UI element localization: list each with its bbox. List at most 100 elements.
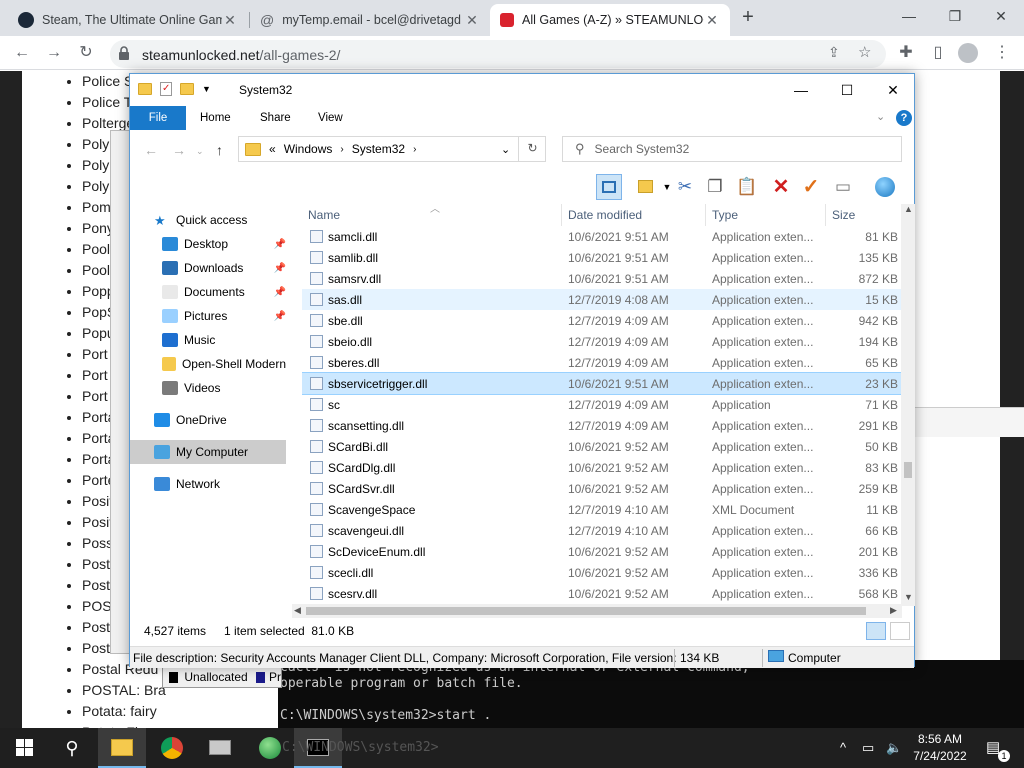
- file-row[interactable]: sbservicetrigger.dll 10/6/2021 9:51 AM App…: [302, 372, 902, 395]
- preview-pane-icon[interactable]: [596, 174, 622, 200]
- scroll-right-icon[interactable]: ▶: [890, 605, 897, 616]
- globe-icon[interactable]: [872, 174, 898, 200]
- tab-share[interactable]: Share: [246, 106, 305, 130]
- paste-icon[interactable]: 📋: [734, 174, 760, 200]
- reload-icon[interactable]: ↻: [74, 41, 98, 65]
- delete-icon[interactable]: ✕: [768, 174, 794, 200]
- large-icons-view-icon[interactable]: [890, 622, 910, 640]
- chrome-taskbar-icon[interactable]: [148, 728, 196, 768]
- scroll-up-icon[interactable]: ▲: [904, 204, 913, 214]
- windows-start-icon[interactable]: [0, 728, 48, 768]
- file-row[interactable]: samcli.dll 10/6/2021 9:51 AM Application e…: [302, 226, 902, 247]
- game-list-item[interactable]: Potata: fairy: [82, 701, 175, 722]
- extensions-icon[interactable]: ✚: [894, 41, 918, 65]
- forward-arrow-icon[interactable]: →: [172, 142, 186, 158]
- file-row[interactable]: sas.dll 12/7/2019 4:08 AM Application exte…: [302, 289, 902, 310]
- new-folder-icon[interactable]: [180, 83, 194, 95]
- disk-management-taskbar-icon[interactable]: [196, 728, 244, 768]
- refresh-button[interactable]: ↻: [518, 136, 546, 162]
- details-view-icon[interactable]: [866, 622, 886, 640]
- file-row[interactable]: SCardBi.dll 10/6/2021 9:52 AM Application …: [302, 436, 902, 457]
- nav-item[interactable]: Videos: [130, 376, 286, 400]
- nav-item[interactable]: Network: [130, 472, 286, 496]
- menu-dots-icon[interactable]: ⋮: [990, 41, 1014, 65]
- file-row[interactable]: sc 12/7/2019 4:09 AM Application 71 KB: [302, 394, 902, 415]
- browser-tab-steamunlocked[interactable]: All Games (A-Z) » STEAMUNLOC ✕: [490, 4, 730, 36]
- profile-avatar-icon[interactable]: [956, 41, 980, 65]
- scroll-left-icon[interactable]: ◀: [294, 605, 301, 616]
- ribbon-expand-icon[interactable]: ⌄: [876, 110, 885, 123]
- file-row[interactable]: samsrv.dll 10/6/2021 9:51 AM Application e…: [302, 268, 902, 289]
- close-window-button[interactable]: ✕: [978, 0, 1024, 32]
- tab-view[interactable]: View: [304, 106, 357, 130]
- file-row[interactable]: SCardDlg.dll 10/6/2021 9:52 AM Application…: [302, 457, 902, 478]
- close-icon[interactable]: ✕: [222, 12, 238, 29]
- cut-icon[interactable]: ✂: [672, 174, 698, 200]
- nav-item[interactable]: ★ Quick access: [130, 208, 286, 232]
- file-row[interactable]: scansetting.dll 12/7/2019 4:09 AM Applicat…: [302, 415, 902, 436]
- column-date-modified[interactable]: Date modified: [568, 208, 642, 222]
- browser-tab-mytemp[interactable]: @ myTemp.email - bcel@drivetagd ✕: [250, 4, 490, 36]
- nav-item[interactable]: Downloads 📌: [130, 256, 286, 280]
- maximize-button[interactable]: ☐: [824, 78, 870, 102]
- rename-icon[interactable]: ▭: [830, 174, 856, 200]
- search-icon[interactable]: ⚲: [48, 728, 96, 768]
- tab-home[interactable]: Home: [186, 106, 245, 130]
- minimize-button[interactable]: —: [778, 78, 824, 102]
- pin-icon[interactable]: 📌: [274, 287, 286, 298]
- address-bar[interactable]: steamunlocked.net/all-games-2/ ⇪ ☆: [110, 40, 886, 68]
- nav-item[interactable]: Music: [130, 328, 286, 352]
- minimize-button[interactable]: —: [886, 0, 932, 32]
- file-row[interactable]: sberes.dll 12/7/2019 4:09 AM Application e…: [302, 352, 902, 373]
- file-row[interactable]: scavengeui.dll 12/7/2019 4:10 AM Applicati…: [302, 520, 902, 541]
- forward-arrow-icon[interactable]: →: [42, 41, 66, 65]
- file-row[interactable]: ScDeviceEnum.dll 10/6/2021 9:52 AM Applica…: [302, 541, 902, 562]
- nav-item[interactable]: My Computer: [130, 440, 286, 464]
- file-row[interactable]: SCardSvr.dll 10/6/2021 9:52 AM Application…: [302, 478, 902, 499]
- nav-item[interactable]: Open-Shell Modern: [130, 352, 286, 376]
- chevron-right-icon[interactable]: ›: [413, 144, 416, 155]
- pin-icon[interactable]: 📌: [274, 239, 286, 250]
- file-explorer-taskbar-icon[interactable]: [98, 728, 146, 768]
- breadcrumb-root-chevron[interactable]: «: [269, 142, 276, 156]
- volume-icon[interactable]: 🔈: [886, 728, 902, 768]
- nav-item[interactable]: OneDrive: [130, 408, 286, 432]
- column-separator[interactable]: [825, 204, 826, 226]
- tab-file[interactable]: File: [130, 106, 186, 130]
- chevron-down-icon[interactable]: ⌄: [501, 143, 510, 156]
- back-arrow-icon[interactable]: ←: [10, 41, 34, 65]
- file-row[interactable]: scesrv.dll 10/6/2021 9:52 AM Application e…: [302, 583, 902, 604]
- file-row[interactable]: scecli.dll 10/6/2021 9:52 AM Application e…: [302, 562, 902, 583]
- nav-item[interactable]: Pictures 📌: [130, 304, 286, 328]
- file-row[interactable]: samlib.dll 10/6/2021 9:51 AM Application e…: [302, 247, 902, 268]
- close-window-button[interactable]: ✕: [870, 78, 916, 102]
- checkmark-icon[interactable]: ✓: [798, 174, 824, 200]
- network-icon[interactable]: ▭: [862, 728, 874, 768]
- file-row[interactable]: ScavengeSpace 12/7/2019 4:10 AM XML Docume…: [302, 499, 902, 520]
- file-row[interactable]: sbeio.dll 12/7/2019 4:09 AM Application ex…: [302, 331, 902, 352]
- column-separator[interactable]: [705, 204, 706, 226]
- column-separator[interactable]: [561, 204, 562, 226]
- breadcrumb-system32[interactable]: System32: [352, 142, 405, 156]
- new-tab-button[interactable]: +: [736, 5, 760, 29]
- browser-tab-steam[interactable]: Steam, The Ultimate Online Gam ✕: [8, 4, 248, 36]
- back-arrow-icon[interactable]: ←: [144, 142, 158, 158]
- recent-locations-icon[interactable]: ⌄: [196, 146, 204, 157]
- scroll-thumb[interactable]: [904, 462, 912, 478]
- close-icon[interactable]: ✕: [704, 12, 720, 29]
- chevron-right-icon[interactable]: ›: [340, 144, 343, 155]
- column-type[interactable]: Type: [712, 208, 738, 222]
- vertical-scrollbar[interactable]: ▲ ▼: [901, 204, 915, 606]
- search-input[interactable]: ⚲ Search System32: [562, 136, 902, 162]
- file-row[interactable]: sbe.dll 12/7/2019 4:09 AM Application exte…: [302, 310, 902, 331]
- scroll-down-icon[interactable]: ▼: [904, 592, 913, 602]
- pin-icon[interactable]: 📌: [274, 311, 286, 322]
- nav-item[interactable]: Documents 📌: [130, 280, 286, 304]
- notifications-icon[interactable]: ▤: [986, 728, 1000, 768]
- close-icon[interactable]: ✕: [464, 12, 480, 29]
- customize-arrow-icon[interactable]: ▼: [202, 84, 211, 94]
- share-icon[interactable]: ⇪: [828, 44, 840, 61]
- properties-icon[interactable]: ✓: [160, 82, 172, 96]
- pin-icon[interactable]: 📌: [274, 263, 286, 274]
- address-breadcrumb[interactable]: « Windows › System32 › ⌄: [238, 136, 546, 162]
